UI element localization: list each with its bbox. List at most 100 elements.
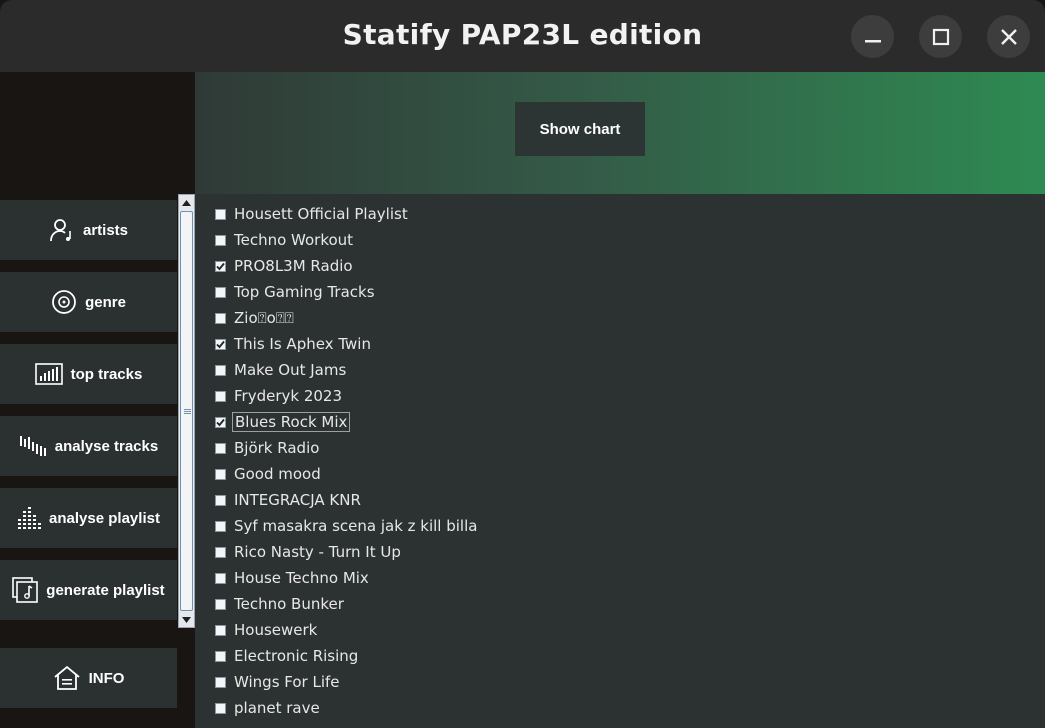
playlist-item[interactable]: Fryderyk 2023 [215,384,344,408]
header-banner: Show chart [195,72,1045,194]
playlist-name: Housewerk [234,621,318,639]
close-icon [1000,28,1017,45]
playlist-item[interactable]: Top Gaming Tracks [215,280,377,304]
info-label: INFO [88,669,125,687]
checkbox[interactable] [215,312,226,324]
playlist-name: Rico Nasty - Turn It Up [234,543,401,561]
checkbox[interactable] [215,208,226,220]
maximize-icon [932,28,949,45]
playlist-name: Housett Official Playlist [234,205,408,223]
sidebar-item-top-tracks[interactable]: top tracks [0,344,177,404]
sidebar-item-generate-playlist[interactable]: generate playlist [0,560,177,620]
home-info-icon [54,665,80,690]
sidebar-item-analyse-tracks[interactable]: analyse tracks [0,416,177,476]
playlist-name: Techno Workout [234,231,354,249]
checkbox[interactable] [215,624,226,636]
checked-checkbox[interactable] [215,416,226,428]
playlist-item[interactable]: This Is Aphex Twin [215,332,373,356]
playlist-item[interactable]: PRO8L3M Radio [215,254,355,278]
scroll-up-arrow[interactable] [179,195,194,210]
checkbox[interactable] [215,468,226,480]
triangle-down-icon [182,616,191,623]
playlist-name: Good mood [234,465,321,483]
title-bar: Statify PAP23L edition [0,0,1045,72]
playlist-item[interactable]: Electronic Rising [215,644,360,668]
minimize-button[interactable] [851,15,894,58]
playlist-name: Björk Radio [234,439,320,457]
sidebar-item-label: analyse playlist [49,509,160,527]
playlist-item[interactable]: Techno Bunker [215,592,346,616]
playlist-name: Blues Rock Mix [232,412,351,432]
checkmark-icon [216,262,225,270]
sidebar-scrollbar[interactable] [178,194,195,628]
playlist-item[interactable]: Wings For Life [215,670,342,694]
checkmark-icon [216,340,225,348]
playlist-name: Make Out Jams [234,361,347,379]
checkmark-icon [216,418,225,426]
music-library-icon [12,577,39,603]
sidebar-item-label: artists [82,221,129,239]
playlist-item[interactable]: Housewerk [215,618,319,642]
info-button[interactable]: INFO [0,648,177,708]
checkbox[interactable] [215,702,226,714]
playlist-name: planet rave [234,699,320,717]
playlist-item[interactable]: Make Out Jams [215,358,348,382]
checkbox[interactable] [215,494,226,506]
checkbox[interactable] [215,364,226,376]
playlist-name: PRO8L3M Radio [234,257,353,275]
close-button[interactable] [987,15,1030,58]
checkbox[interactable] [215,598,226,610]
sidebar-item-label: genre [85,293,126,311]
equalizer-icon [18,507,42,529]
checkbox[interactable] [215,572,226,584]
playlist-name: Syf masakra scena jak z kill billa [234,517,478,535]
playlist-list: Housett Official Playlist Techno Workout P… [195,194,1045,728]
playlist-name: Fryderyk 2023 [234,387,343,405]
waveform-icon [19,436,46,456]
maximize-button[interactable] [919,15,962,58]
vinyl-disc-icon [52,290,76,314]
playlist-name: INTEGRACJA KNR [234,491,361,509]
playlist-item[interactable]: Syf masakra scena jak z kill billa [215,514,479,538]
playlist-name: Electronic Rising [234,647,359,665]
user-music-icon [50,219,71,242]
checkbox[interactable] [215,234,226,246]
scroll-thumb[interactable] [180,211,193,611]
playlist-name: Techno Bunker [234,595,344,613]
checkbox[interactable] [215,650,226,662]
window-edge [1045,0,1049,728]
playlist-name: House Techno Mix [234,569,369,587]
sidebar-item-label: generate playlist [46,581,165,599]
checkbox[interactable] [215,286,226,298]
checkbox[interactable] [215,442,226,454]
checkbox[interactable] [215,546,226,558]
sidebar-item-label: top tracks [70,365,143,383]
checkbox[interactable] [215,390,226,402]
bar-chart-icon [34,363,63,385]
sidebar-item-genre[interactable]: genre [0,272,177,332]
playlist-item[interactable]: INTEGRACJA KNR [215,488,363,512]
playlist-name: Top Gaming Tracks [234,283,375,301]
sidebar-item-analyse-playlist[interactable]: analyse playlist [0,488,177,548]
checkbox[interactable] [215,676,226,688]
playlist-name: Wings For Life [234,673,340,691]
sidebar-item-artists[interactable]: artists [0,200,177,260]
playlist-item[interactable]: Good mood [215,462,323,486]
show-chart-button[interactable]: Show chart [515,102,645,156]
playlist-item[interactable]: Housett Official Playlist [215,202,410,226]
playlist-item[interactable]: planet rave [215,696,322,720]
playlist-item[interactable]: Rico Nasty - Turn It Up [215,540,403,564]
playlist-item[interactable]: Zio⍰o⍰⍰ [215,306,296,330]
playlist-item[interactable]: Techno Workout [215,228,355,252]
playlist-item[interactable]: House Techno Mix [215,566,371,590]
minimize-icon [864,39,881,42]
playlist-name: Zio⍰o⍰⍰ [234,309,294,327]
playlist-item[interactable]: Björk Radio [215,436,321,460]
checked-checkbox[interactable] [215,338,226,350]
checkbox[interactable] [215,520,226,532]
playlist-item[interactable]: Blues Rock Mix [215,410,351,434]
sidebar-item-label: analyse tracks [54,437,159,455]
scroll-down-arrow[interactable] [179,612,194,627]
triangle-up-icon [182,199,191,206]
checked-checkbox[interactable] [215,260,226,272]
